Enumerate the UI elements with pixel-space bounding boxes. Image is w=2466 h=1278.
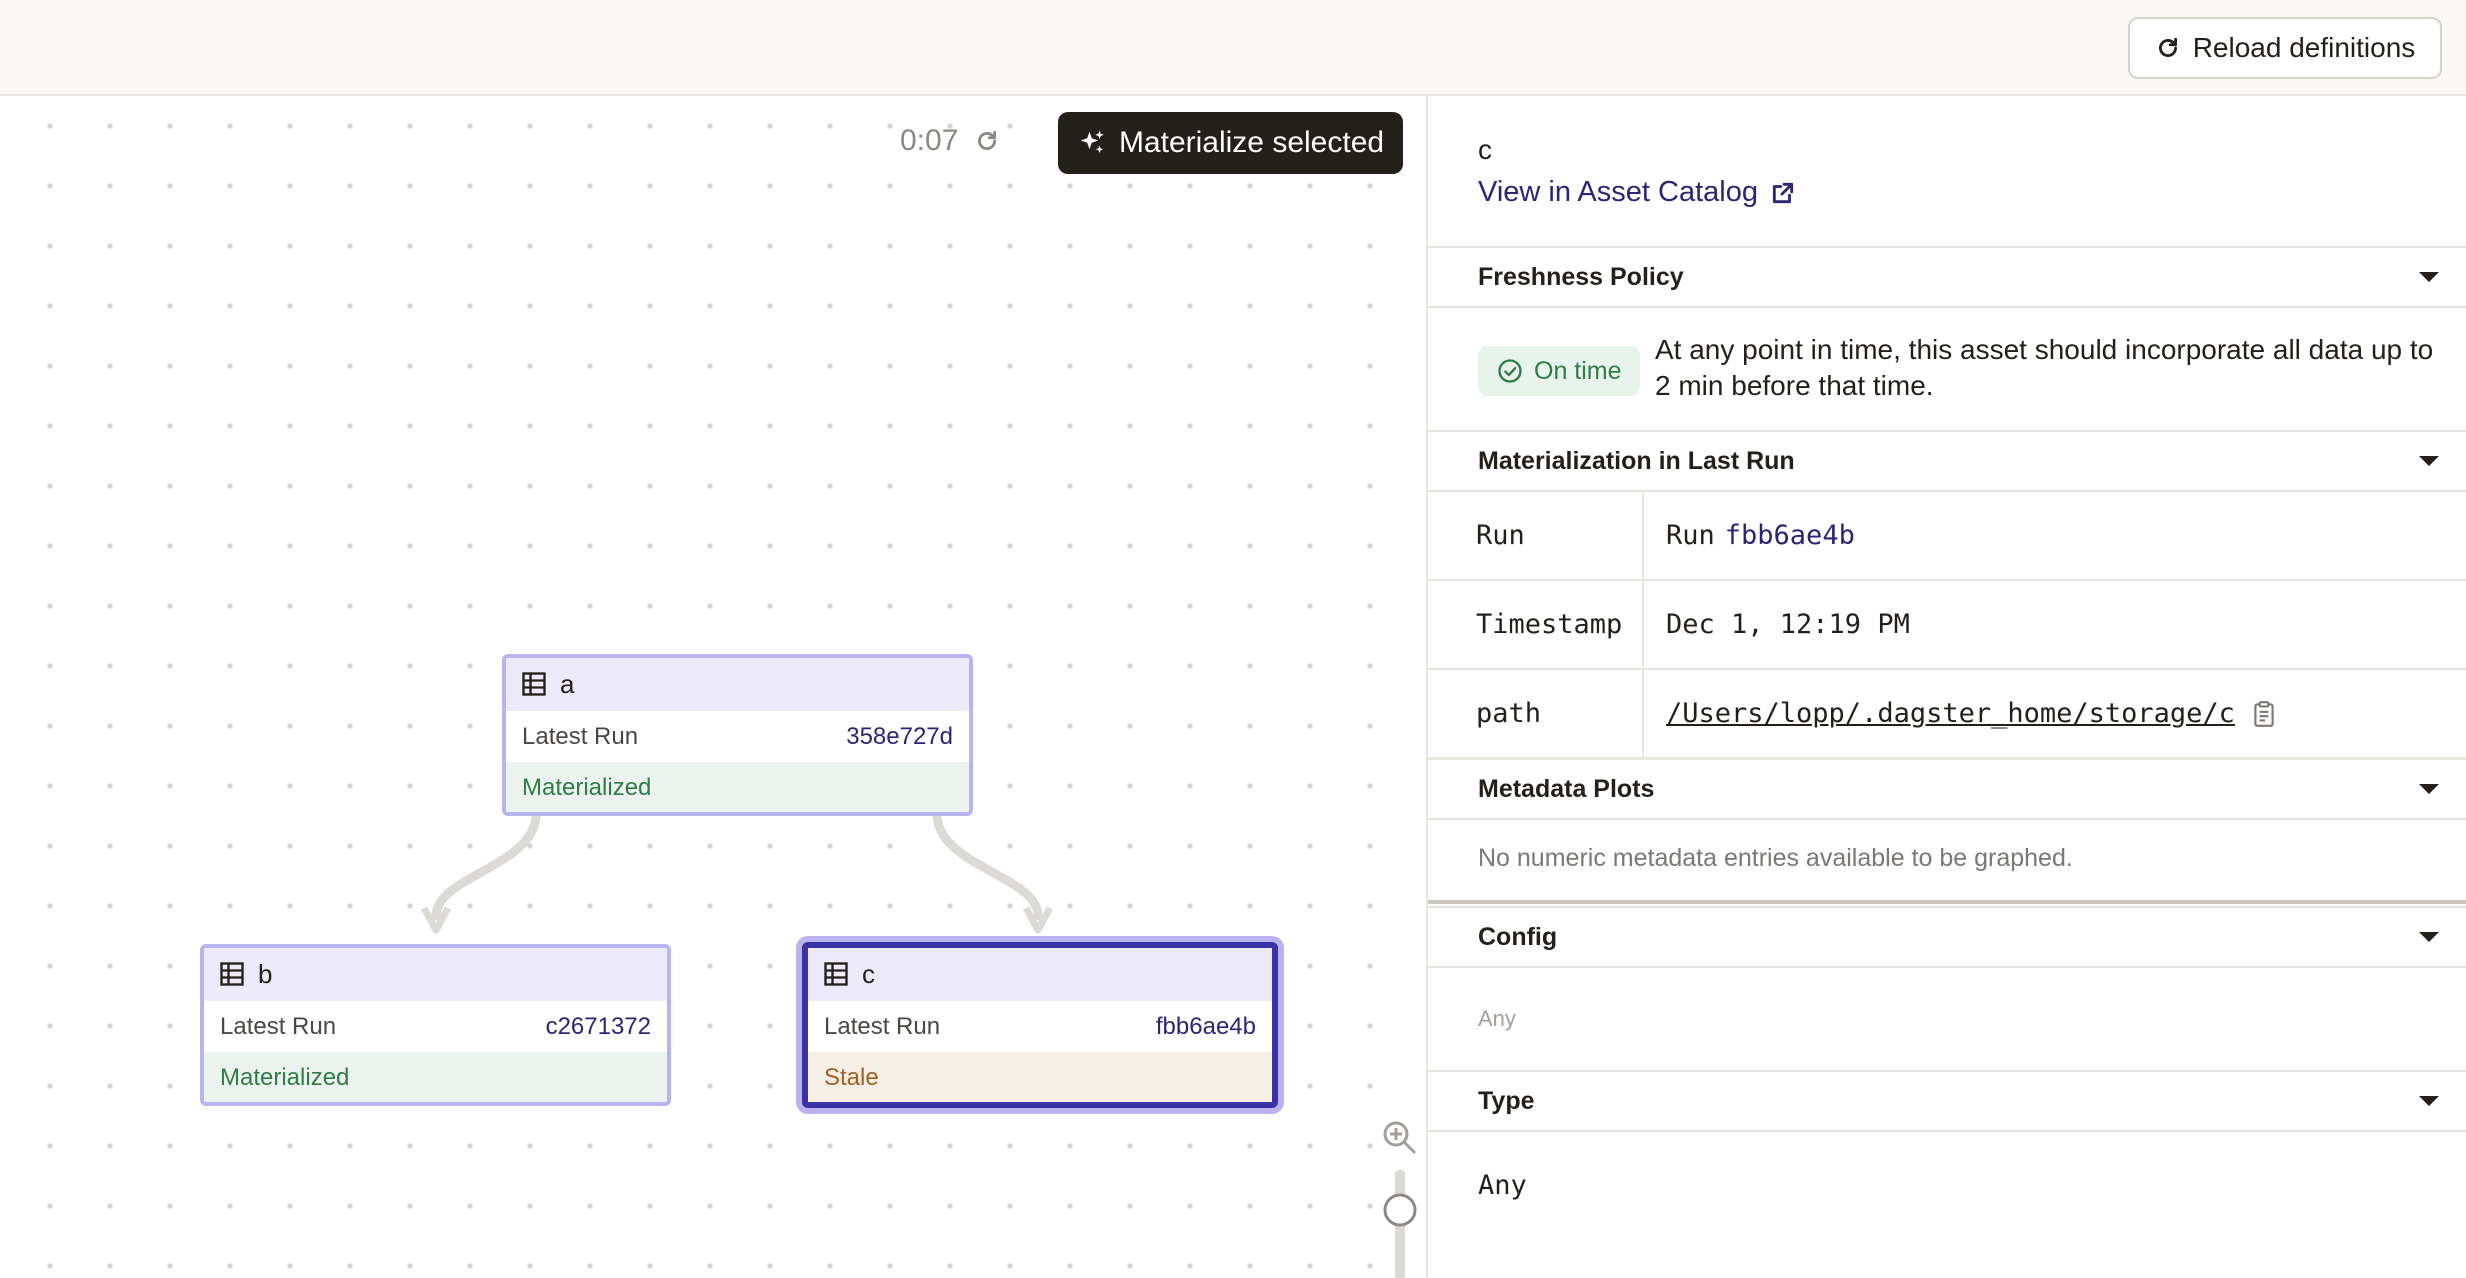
materialize-selected-button[interactable]: Materialize selected — [1058, 112, 1403, 174]
chevron-down-icon — [2419, 1096, 2439, 1106]
metadata-value: /Users/lopp/.dagster_home/storage/c — [1644, 670, 2466, 757]
chevron-down-icon — [2419, 932, 2439, 942]
top-bar: Reload definitions — [0, 0, 2466, 96]
reload-definitions-button[interactable]: Reload definitions — [2128, 17, 2442, 79]
node-name: b — [258, 958, 273, 989]
metadata-key: Timestamp — [1428, 581, 1644, 668]
section-title: Config — [1478, 922, 1558, 951]
config-section-header[interactable]: Config — [1428, 906, 2466, 968]
materialize-selected-label: Materialize selected — [1118, 126, 1385, 159]
node-status: Materialized — [506, 762, 969, 812]
asset-name: c — [1478, 134, 1492, 165]
refresh-icon[interactable] — [974, 128, 1000, 154]
section-title: Metadata Plots — [1478, 774, 1655, 803]
asset-node-c[interactable]: c Latest Run fbb6ae4b Stale — [802, 942, 1278, 1108]
timer-text: 0:07 — [900, 124, 959, 157]
node-latest-run-row: Latest Run fbb6ae4b — [808, 1000, 1272, 1052]
table-row: path /Users/lopp/.dagster_home/storage/c — [1428, 670, 2466, 759]
zoom-control[interactable] — [1374, 1120, 1424, 1278]
freshness-status-badge: On time — [1478, 346, 1640, 396]
metadata-value: Dec 1, 12:19 PM — [1666, 609, 1910, 640]
section-divider — [1428, 900, 2466, 904]
table-row: Run Run fbb6ae4b — [1428, 492, 2466, 581]
latest-run-label: Latest Run — [220, 1012, 337, 1040]
node-header: a — [506, 658, 969, 710]
run-id-link[interactable]: fbb6ae4b — [1725, 520, 1855, 551]
materialization-section-header[interactable]: Materialization in Last Run — [1428, 430, 2466, 492]
config-value: Any — [1478, 1006, 1516, 1031]
asset-node-b[interactable]: b Latest Run c2671372 Materialized — [200, 944, 671, 1106]
latest-run-link[interactable]: c2671372 — [546, 1013, 651, 1041]
sparkles-icon — [1080, 130, 1104, 153]
chevron-down-icon — [2419, 456, 2439, 466]
clipboard-icon[interactable] — [2251, 700, 2277, 728]
freshness-policy-section-header[interactable]: Freshness Policy — [1428, 246, 2466, 308]
edge-a-to-b — [431, 809, 541, 921]
node-status: Materialized — [204, 1052, 667, 1102]
node-latest-run-row: Latest Run 358e727d — [506, 710, 969, 762]
check-circle-icon — [1498, 359, 1522, 383]
zoom-in-icon — [1383, 1121, 1416, 1154]
node-status: Stale — [808, 1052, 1272, 1102]
asset-node-a[interactable]: a Latest Run 358e727d Materialized — [502, 654, 973, 816]
catalog-link-label: View in Asset Catalog — [1478, 176, 1758, 208]
section-title: Freshness Policy — [1478, 262, 1684, 291]
section-title: Type — [1478, 1086, 1535, 1115]
asset-detail-sidebar: c View in Asset Catalog Freshness Policy… — [1426, 96, 2466, 1278]
metadata-value: Run fbb6ae4b — [1644, 492, 2466, 579]
node-header: b — [204, 948, 667, 1000]
run-prefix: Run — [1666, 520, 1715, 551]
metadata-plots-section-header[interactable]: Metadata Plots — [1428, 758, 2466, 820]
freshness-description: At any point in time, this asset should … — [1655, 334, 2434, 401]
view-in-asset-catalog-link[interactable]: View in Asset Catalog — [1478, 176, 1796, 209]
refresh-timer[interactable]: 0:07 — [900, 124, 1000, 158]
node-name: a — [560, 668, 575, 699]
external-link-icon — [1772, 182, 1794, 203]
metadata-plots-empty-message: No numeric metadata entries available to… — [1478, 844, 2073, 872]
section-title: Materialization in Last Run — [1478, 446, 1795, 475]
freshness-badge-label: On time — [1534, 356, 1622, 385]
table-icon — [824, 962, 848, 986]
chevron-down-icon — [2419, 272, 2439, 282]
table-row: Timestamp Dec 1, 12:19 PM — [1428, 581, 2466, 670]
path-link[interactable]: /Users/lopp/.dagster_home/storage/c — [1666, 698, 2235, 729]
refresh-icon — [2158, 37, 2177, 57]
zoom-slider-thumb — [1383, 1193, 1417, 1227]
table-icon — [522, 672, 546, 696]
node-latest-run-row: Latest Run c2671372 — [204, 1000, 667, 1052]
node-header: c — [808, 948, 1272, 1000]
metadata-key: path — [1428, 670, 1644, 757]
latest-run-link[interactable]: 358e727d — [846, 723, 953, 751]
node-name: c — [862, 958, 875, 989]
reload-definitions-label: Reload definitions — [2192, 32, 2416, 63]
asset-graph-canvas[interactable]: 0:07 Materialize selected a Latest Run 3… — [0, 96, 1426, 1278]
table-icon — [220, 962, 244, 986]
latest-run-link[interactable]: fbb6ae4b — [1156, 1013, 1256, 1041]
materialization-metadata-table: Run Run fbb6ae4b Timestamp Dec 1, 12:19 … — [1428, 492, 2466, 759]
latest-run-label: Latest Run — [522, 722, 639, 750]
latest-run-label: Latest Run — [824, 1012, 941, 1040]
type-value: Any — [1478, 1170, 1527, 1201]
edge-a-to-c — [932, 809, 1043, 921]
chevron-down-icon — [2419, 784, 2439, 794]
metadata-key: Run — [1428, 492, 1644, 579]
type-section-header[interactable]: Type — [1428, 1070, 2466, 1132]
